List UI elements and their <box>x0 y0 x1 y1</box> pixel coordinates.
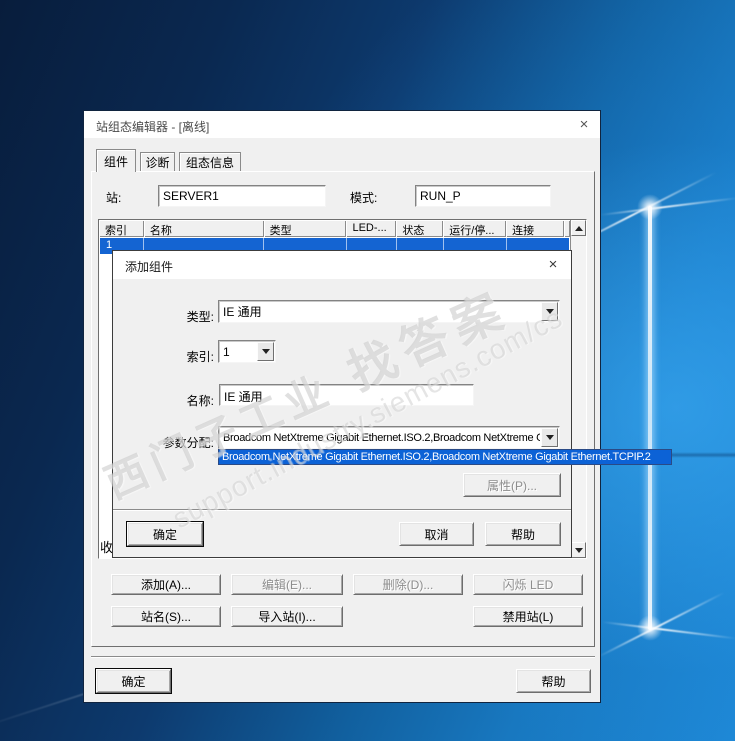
tab-diagnostics-label: 诊断 <box>145 156 170 170</box>
import-station-button-label: 导入站(I)... <box>258 610 316 624</box>
type-combobox[interactable]: IE 通用 <box>218 300 560 323</box>
add-dialog-close-icon[interactable]: × <box>543 255 563 274</box>
column-header-index[interactable]: 索引 <box>99 220 144 237</box>
properties-button-label: 属性(P)... <box>487 478 537 493</box>
station-value: SERVER1 <box>163 189 219 203</box>
station-label: 站: <box>106 191 122 205</box>
station-name-button-label: 站名(S)... <box>141 610 191 624</box>
scroll-down-button[interactable] <box>571 542 586 558</box>
table-scrollbar[interactable] <box>570 220 586 558</box>
column-header-name[interactable]: 名称 <box>143 220 264 237</box>
column-header-run-stop[interactable]: 运行/停... <box>443 220 507 237</box>
add-help-button-label: 帮助 <box>510 527 535 542</box>
delete-button: 删除(D)... <box>353 574 463 595</box>
tab-config-info[interactable]: 组态信息 <box>179 152 241 172</box>
window-titlebar[interactable]: 站组态编辑器 - [离线] × <box>84 111 600 138</box>
scroll-up-button[interactable] <box>571 220 586 236</box>
index-dropdown-button[interactable] <box>257 342 274 361</box>
main-help-button-label: 帮助 <box>541 674 566 689</box>
disable-station-button-label: 禁用站(L) <box>502 610 554 624</box>
mode-value: RUN_P <box>420 189 461 203</box>
add-component-dialog: 添加组件 × 类型: IE 通用 索引: 1 名称: IE 通用 参数分配: B… <box>112 250 572 558</box>
chevron-down-icon <box>261 349 270 354</box>
type-label: 类型: <box>186 310 214 324</box>
main-ok-button-label: 确定 <box>121 674 146 689</box>
param-dropdown-list-item-selected[interactable]: Broadcom NetXtreme Gigabit Ethernet.ISO.… <box>218 449 672 465</box>
index-value: 1 <box>223 344 230 359</box>
index-label: 索引: <box>186 350 214 364</box>
column-header-type[interactable]: 类型 <box>263 220 347 237</box>
param-assignment-label: 参数分配: <box>162 436 214 450</box>
beam-glow-bottom <box>637 615 663 641</box>
add-dialog-title: 添加组件 <box>125 260 174 274</box>
tab-config-info-label: 组态信息 <box>185 156 234 170</box>
column-header-connection[interactable]: 连接 <box>506 220 564 237</box>
edit-button: 编辑(E)... <box>231 574 343 595</box>
light-beam-vertical <box>648 206 652 630</box>
index-combobox[interactable]: 1 <box>218 340 276 363</box>
add-ok-button[interactable]: 确定 <box>126 521 204 547</box>
column-header-status[interactable]: 状态 <box>396 220 444 237</box>
add-help-button[interactable]: 帮助 <box>485 522 561 546</box>
light-beam-bottom-right <box>601 621 735 640</box>
add-ok-button-label: 确定 <box>152 527 177 542</box>
scroll-down-icon <box>574 547 583 553</box>
name-field[interactable]: IE 通用 <box>219 384 474 406</box>
add-cancel-button[interactable]: 取消 <box>399 522 474 546</box>
window-title: 站组态编辑器 - [离线] <box>96 120 210 134</box>
import-station-button[interactable]: 导入站(I)... <box>231 606 343 627</box>
main-help-button[interactable]: 帮助 <box>516 669 591 693</box>
param-assignment-combobox[interactable]: Broadcom NetXtreme Gigabit Ethernet.ISO.… <box>218 426 560 449</box>
add-cancel-button-label: 取消 <box>424 527 449 542</box>
station-name-button[interactable]: 站名(S)... <box>111 606 221 627</box>
name-label: 名称: <box>186 394 214 408</box>
close-icon[interactable]: × <box>574 115 594 134</box>
scroll-up-icon <box>574 225 583 231</box>
column-header-led[interactable]: LED-... <box>346 220 397 237</box>
add-button[interactable]: 添加(A)... <box>111 574 221 595</box>
main-ok-button[interactable]: 确定 <box>95 668 172 694</box>
beam-glow-top <box>637 194 663 220</box>
tab-components[interactable]: 组件 <box>96 149 136 172</box>
name-value: IE 通用 <box>224 390 263 404</box>
param-dropdown-button[interactable] <box>541 428 558 447</box>
station-field[interactable]: SERVER1 <box>158 185 326 207</box>
flash-led-button-label: 闪烁 LED <box>502 578 554 592</box>
disable-station-button[interactable]: 禁用站(L) <box>473 606 583 627</box>
light-beam-top-right <box>599 196 735 216</box>
flash-led-button: 闪烁 LED <box>473 574 583 595</box>
tab-diagnostics[interactable]: 诊断 <box>140 152 175 172</box>
chevron-down-icon <box>545 309 554 314</box>
delete-button-label: 删除(D)... <box>382 578 434 592</box>
add-dialog-titlebar[interactable]: 添加组件 × <box>113 251 571 279</box>
mode-label: 模式: <box>350 191 378 205</box>
mode-field[interactable]: RUN_P <box>415 185 551 207</box>
add-dialog-separator <box>113 509 571 511</box>
type-value: IE 通用 <box>223 305 262 319</box>
param-assignment-value: Broadcom NetXtreme Gigabit Ethernet.ISO.… <box>223 431 540 444</box>
add-button-label: 添加(A)... <box>141 578 191 592</box>
type-dropdown-button[interactable] <box>541 302 558 321</box>
table-header-row: 索引 名称 类型 LED-... 状态 运行/停... 连接 <box>99 220 570 237</box>
tab-components-label: 组件 <box>103 154 128 169</box>
footer-separator <box>91 656 595 658</box>
properties-button: 属性(P)... <box>463 473 561 497</box>
chevron-down-icon <box>545 435 554 440</box>
edit-button-label: 编辑(E)... <box>262 578 312 592</box>
